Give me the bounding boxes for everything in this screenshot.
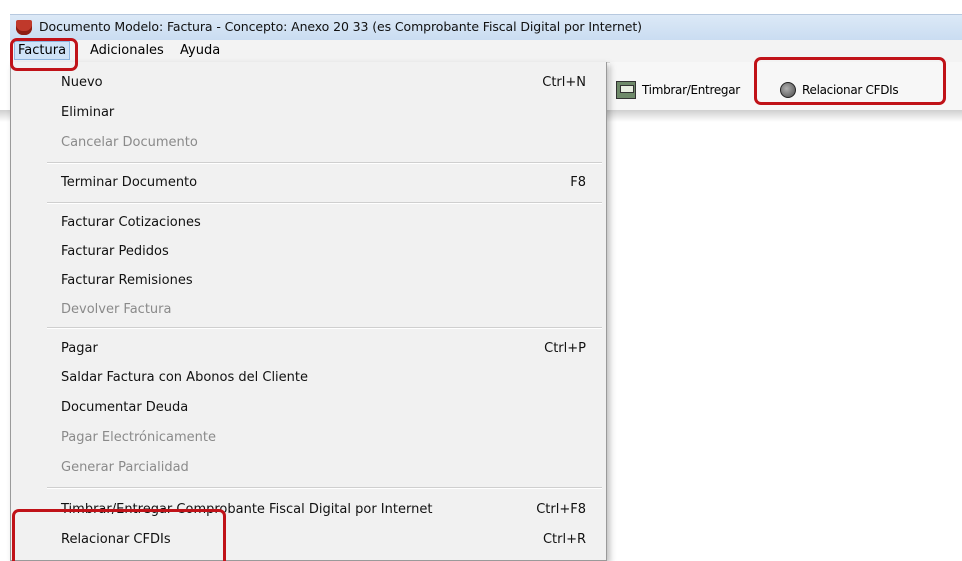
menu-item-documentar-deuda[interactable]: Documentar Deuda <box>11 393 606 423</box>
menu-item-pagar-electronicamente: Pagar Electrónicamente <box>11 423 606 453</box>
menu-item-label: Saldar Factura con Abonos del Cliente <box>61 370 308 385</box>
menu-item-shortcut: Ctrl+N <box>542 75 586 90</box>
timbrar-entregar-button[interactable]: Timbrar/Entregar <box>616 79 740 101</box>
menu-item-shortcut: Ctrl+P <box>544 341 586 356</box>
menu-item-shortcut: F8 <box>570 175 586 190</box>
highlight-factura-menu <box>10 38 78 71</box>
menu-item-shortcut: Ctrl+F8 <box>536 502 586 517</box>
menu-item-facturar-pedidos[interactable]: Facturar Pedidos <box>11 237 606 267</box>
menu-item-label: Cancelar Documento <box>61 135 198 150</box>
menu-item-label: Facturar Remisiones <box>61 273 193 288</box>
window-title-bar: Documento Modelo: Factura - Concepto: An… <box>10 14 962 41</box>
printer-stamp-icon <box>616 81 636 99</box>
menu-item-generar-parcialidad: Generar Parcialidad <box>11 453 606 483</box>
highlight-relacionar-menu <box>12 509 226 561</box>
menu-separator <box>47 327 602 329</box>
highlight-relacionar-toolbar <box>754 57 946 105</box>
menu-item-saldar-factura[interactable]: Saldar Factura con Abonos del Cliente <box>11 363 606 393</box>
menu-separator <box>47 202 602 204</box>
menu-item-terminar-documento[interactable]: Terminar Documento F8 <box>11 168 606 198</box>
menu-item-label: Devolver Factura <box>61 302 172 317</box>
menu-item-shortcut: Ctrl+R <box>542 532 586 547</box>
menu-item-nuevo[interactable]: Nuevo Ctrl+N <box>11 68 606 98</box>
menu-adicionales[interactable]: Adicionales <box>90 43 164 58</box>
app-shield-icon <box>16 20 32 35</box>
menu-item-label: Generar Parcialidad <box>61 460 189 475</box>
menu-separator <box>47 487 602 489</box>
menu-item-label: Documentar Deuda <box>61 400 189 415</box>
menu-ayuda[interactable]: Ayuda <box>180 43 220 58</box>
menu-item-label: Nuevo <box>61 75 103 90</box>
menu-separator <box>47 162 602 164</box>
window-title: Documento Modelo: Factura - Concepto: An… <box>39 19 642 34</box>
menu-item-devolver-factura: Devolver Factura <box>11 295 606 325</box>
menu-item-facturar-cotizaciones[interactable]: Facturar Cotizaciones <box>11 208 606 238</box>
factura-dropdown-menu: Nuevo Ctrl+N Eliminar Cancelar Documento… <box>10 62 607 561</box>
menu-item-pagar[interactable]: Pagar Ctrl+P <box>11 334 606 364</box>
menu-item-eliminar[interactable]: Eliminar <box>11 98 606 128</box>
menu-item-label: Eliminar <box>61 105 115 120</box>
menu-item-label: Facturar Pedidos <box>61 244 169 259</box>
timbrar-label: Timbrar/Entregar <box>642 83 740 97</box>
menu-item-cancelar-documento: Cancelar Documento <box>11 128 606 158</box>
menu-item-label: Facturar Cotizaciones <box>61 215 201 230</box>
menu-item-label: Pagar <box>61 341 98 356</box>
menu-item-label: Pagar Electrónicamente <box>61 430 216 445</box>
menu-item-facturar-remisiones[interactable]: Facturar Remisiones <box>11 266 606 296</box>
menu-item-label: Terminar Documento <box>61 175 198 190</box>
